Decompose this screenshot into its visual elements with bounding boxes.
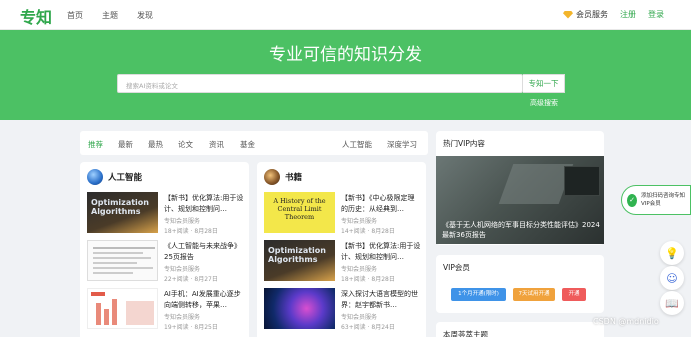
globe-icon	[87, 169, 103, 185]
article-meta: 18+阅读 · 8月28日	[341, 276, 395, 283]
article-card[interactable]: Optimization Algorithms 【新书】优化算法:用于设计、规划和…	[87, 192, 244, 235]
vip-service-label: 会员服务	[576, 10, 608, 19]
article-thumbnail	[87, 240, 158, 281]
vip-trial-button[interactable]: 7天试用开通	[513, 288, 555, 301]
wechat-icon: ✓	[627, 193, 637, 207]
article-source: 专知会员服务	[341, 266, 378, 273]
article-meta: 14+阅读 · 8月28日	[341, 228, 395, 235]
wechat-consult-label: 添加扫码咨询专知VIP会员	[641, 193, 686, 207]
tab-deep-learning[interactable]: 深度学习	[387, 139, 417, 150]
article-thumbnail	[264, 288, 335, 329]
article-card[interactable]: A History of the Central Limit Theorem 【…	[264, 192, 421, 235]
hot-vip-panel: 热门VIP内容 《基于无人机网络的军事目标分类性能评估》2024最新36页报告	[436, 131, 604, 245]
vip-month-button[interactable]: 1个月开通(限时)	[451, 288, 506, 301]
books-column-title: 书籍	[285, 173, 303, 183]
article-meta: 19+阅读 · 8月25日	[164, 324, 218, 331]
register-link[interactable]: 注册	[620, 9, 636, 20]
hot-vip-image[interactable]: 《基于无人机网络的军事目标分类性能评估》2024最新36页报告	[436, 156, 604, 244]
hot-vip-title: 热门VIP内容	[443, 139, 485, 148]
nav-home[interactable]: 首页	[67, 10, 83, 21]
search-input[interactable]: 搜索AI资料或论文	[117, 74, 523, 93]
article-title[interactable]: 深入探讨大语言模型的世界：赵宇都新书…	[341, 289, 421, 310]
article-meta: 22+阅读 · 8月27日	[164, 276, 218, 283]
article-source: 专知会员服务	[164, 218, 201, 225]
article-meta: 18+阅读 · 8月28日	[164, 228, 218, 235]
hero-banner: 专业可信的知识分发 搜索AI资料或论文 专知一下 高级搜索	[0, 30, 691, 120]
login-link[interactable]: 登录	[648, 9, 664, 20]
book-icon	[264, 169, 280, 185]
article-title[interactable]: AI手机：AI发展重心逐步向端侧转移，苹果…	[164, 289, 244, 310]
ai-column-title: 人工智能	[108, 173, 143, 183]
hero-title: 专业可信的知识分发	[269, 45, 422, 65]
weekly-panel: 本周荟萃主题	[436, 322, 604, 337]
nav-topics[interactable]: 主题	[102, 10, 118, 21]
article-card[interactable]: 《人工智能与未来战争》25页报告 专知会员服务 22+阅读 · 8月27日	[87, 240, 244, 283]
article-card[interactable]: AI手机：AI发展重心逐步向端侧转移，苹果… 专知会员服务 19+阅读 · 8月…	[87, 288, 244, 331]
ai-column: 人工智能 Optimization Algorithms 【新书】优化算法:用于设…	[80, 162, 249, 337]
article-meta: 63+阅读 · 8月24日	[341, 324, 395, 331]
thumb-text-optimization: Optimization Algorithms	[268, 246, 326, 264]
article-card[interactable]: Optimization Algorithms 【新书】优化算法:用于设计、规划和…	[264, 240, 421, 283]
vip-service-link[interactable]: 会员服务	[563, 9, 608, 20]
tab-news[interactable]: 资讯	[209, 139, 224, 150]
advanced-search-link[interactable]: 高级搜索	[530, 98, 558, 108]
tab-papers[interactable]: 论文	[178, 139, 193, 150]
hot-vip-caption[interactable]: 《基于无人机网络的军事目标分类性能评估》2024最新36页报告	[442, 220, 600, 240]
article-source: 专知会员服务	[164, 314, 201, 321]
article-title[interactable]: 【新书】优化算法:用于设计、规划和控制问…	[341, 241, 421, 262]
article-title[interactable]: 《人工智能与未来战争》25页报告	[164, 241, 244, 262]
book-open-icon[interactable]: 📖	[660, 291, 684, 315]
ai-column-header[interactable]: 人工智能	[87, 169, 142, 185]
tab-latest[interactable]: 最新	[118, 139, 133, 150]
article-source: 专知会员服务	[164, 266, 201, 273]
article-card[interactable]: 深入探讨大语言模型的世界：赵宇都新书… 专知会员服务 63+阅读 · 8月24日	[264, 288, 421, 331]
lightbulb-icon[interactable]: 💡	[660, 241, 684, 265]
vip-open-button[interactable]: 开通	[562, 288, 586, 301]
vip-title: VIP会员	[443, 263, 470, 272]
article-title[interactable]: 【新书】《中心极限定理的历史：从经典到…	[341, 193, 421, 214]
article-thumbnail	[87, 288, 158, 329]
article-source: 专知会员服务	[341, 314, 378, 321]
site-logo[interactable]: 专知	[20, 4, 52, 28]
article-source: 专知会员服务	[341, 218, 378, 225]
books-column: 书籍 A History of the Central Limit Theore…	[257, 162, 426, 337]
article-thumbnail: Optimization Algorithms	[87, 192, 158, 233]
thumb-book-title: A History of the Central Limit Theorem	[273, 197, 326, 221]
nav-discover[interactable]: 发现	[137, 10, 153, 21]
tab-recommend[interactable]: 推荐	[88, 139, 103, 150]
csdn-watermark: CSDN @mdnidio	[593, 317, 659, 326]
vip-panel: VIP会员 1个月开通(限时) 7天试用开通 开通	[436, 255, 604, 313]
tab-hottest[interactable]: 最热	[148, 139, 163, 150]
article-thumbnail: Optimization Algorithms	[264, 240, 335, 281]
diamond-icon	[563, 10, 573, 19]
wechat-consult-widget[interactable]: ✓ 添加扫码咨询专知VIP会员	[621, 185, 691, 215]
thumb-text-optimization: Optimization Algorithms	[91, 198, 149, 216]
article-title[interactable]: 【新书】优化算法:用于设计、规划和控制问…	[164, 193, 244, 214]
top-navbar: 专知 首页 主题 发现 会员服务 注册 登录	[0, 0, 691, 30]
article-thumbnail: A History of the Central Limit Theorem	[264, 192, 335, 233]
weekly-title: 本周荟萃主题	[443, 330, 488, 337]
robot-assistant-icon[interactable]: ☺	[660, 266, 684, 290]
filter-bar: 推荐 最新 最热 论文 资讯 基金 人工智能 深度学习	[80, 131, 428, 155]
books-column-header[interactable]: 书籍	[264, 169, 302, 185]
search-button[interactable]: 专知一下	[523, 74, 565, 93]
tab-ai[interactable]: 人工智能	[342, 139, 372, 150]
tab-funds[interactable]: 基金	[240, 139, 255, 150]
